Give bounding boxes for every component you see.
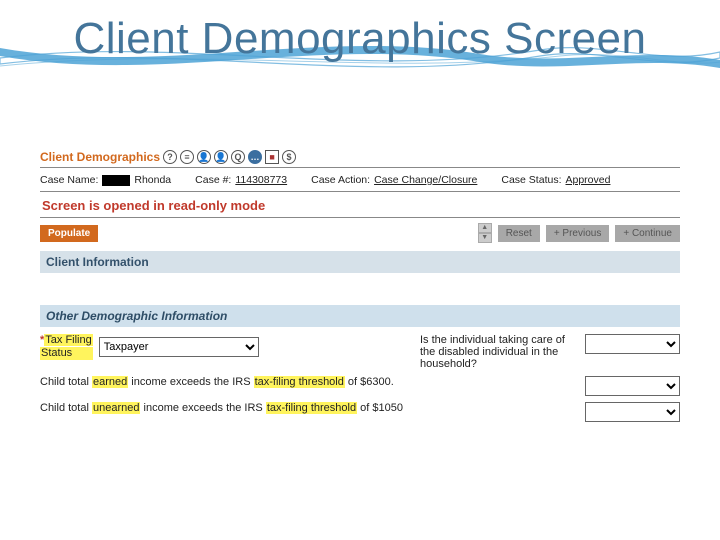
populate-button[interactable]: Populate xyxy=(40,225,98,242)
help-icon[interactable]: ? xyxy=(163,150,177,164)
chat-icon[interactable]: … xyxy=(248,150,262,164)
row-tax-filing-status: *Tax Filing Status Taxpayer Is the indiv… xyxy=(40,331,680,373)
case-name-label: Case Name: xyxy=(40,174,98,186)
disabled-care-select[interactable] xyxy=(585,334,680,354)
case-status-label: Case Status: xyxy=(501,174,561,186)
readonly-notice: Screen is opened in read-only mode xyxy=(40,191,680,218)
scroll-up-down[interactable]: ▲▼ xyxy=(478,223,492,243)
disabled-care-label: Is the individual taking care of the dis… xyxy=(420,334,577,370)
stop-icon[interactable]: ■ xyxy=(265,150,279,164)
case-action-value: Case Change/Closure xyxy=(374,174,477,186)
row-child-unearned: Child total unearned income exceeds the … xyxy=(40,399,680,425)
panel-heading-text: Client Demographics xyxy=(40,150,160,164)
person-icon[interactable]: 👤 xyxy=(197,150,211,164)
tax-filing-label-2: Status xyxy=(40,347,93,360)
child-unearned-label: Child total unearned income exceeds the … xyxy=(40,402,403,414)
case-name-value: Rhonda xyxy=(134,174,171,186)
child-earned-select[interactable] xyxy=(585,376,680,396)
action-button-row: Populate ▲▼ Reset + Previous + Continue xyxy=(40,223,680,243)
section-client-information: Client Information xyxy=(40,251,680,273)
q-icon[interactable]: Q xyxy=(231,150,245,164)
reset-button[interactable]: Reset xyxy=(498,225,540,242)
case-status-value: Approved xyxy=(566,174,611,186)
case-number-label: Case #: xyxy=(195,174,231,186)
case-number-value: 114308773 xyxy=(235,174,287,186)
list-icon[interactable]: ≡ xyxy=(180,150,194,164)
case-summary-row: Case Name: Rhonda Case #: 114308773 Case… xyxy=(40,172,680,192)
tax-filing-select[interactable]: Taxpayer xyxy=(99,337,259,357)
page-title: Client Demographics Screen xyxy=(0,14,720,64)
case-action-label: Case Action: xyxy=(311,174,370,186)
previous-button[interactable]: + Previous xyxy=(546,225,610,242)
tax-filing-label: *Tax Filing xyxy=(40,334,93,347)
child-earned-label: Child total earned income exceeds the IR… xyxy=(40,376,394,388)
panel-heading: Client Demographics ? ≡ 👤 👤 Q … ■ $ xyxy=(40,150,680,168)
person2-icon[interactable]: 👤 xyxy=(214,150,228,164)
dollar-icon[interactable]: $ xyxy=(282,150,296,164)
continue-button[interactable]: + Continue xyxy=(615,225,680,242)
row-child-earned: Child total earned income exceeds the IR… xyxy=(40,373,680,399)
case-name-redacted xyxy=(102,175,130,186)
section-other-demographic: Other Demographic Information xyxy=(40,305,680,327)
child-unearned-select[interactable] xyxy=(585,402,680,422)
